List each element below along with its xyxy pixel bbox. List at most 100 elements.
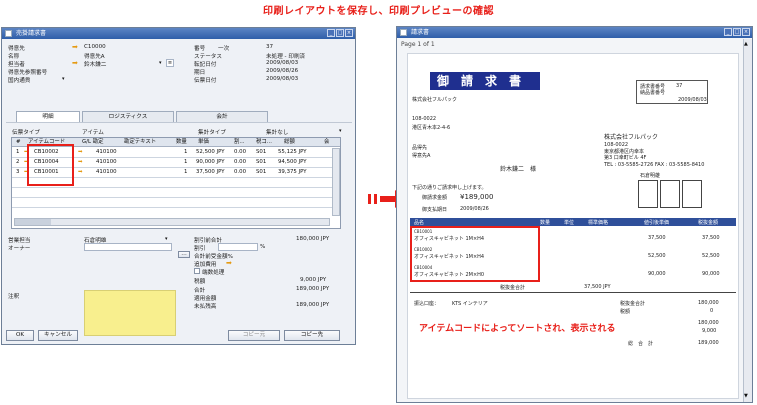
discount-cell[interactable]: 0.00 bbox=[234, 148, 246, 156]
doc-date[interactable]: 2009/08/03 bbox=[266, 76, 298, 82]
total-cell[interactable]: 55,125 JPY bbox=[278, 148, 307, 156]
contact-label: 担当者 bbox=[8, 62, 25, 68]
link-arrow-icon[interactable]: ➡ bbox=[72, 44, 78, 51]
column-header: 品名 bbox=[414, 220, 425, 226]
copy-from-button[interactable]: コピー元 bbox=[228, 330, 280, 341]
posting-date[interactable]: 2009/08/03 bbox=[266, 60, 298, 66]
document-date: 2009/08/03 bbox=[678, 97, 707, 103]
banner-caption: 印刷レイアウトを保存し、印刷プレビューの確認 bbox=[263, 6, 494, 17]
close-icon[interactable]: × bbox=[345, 29, 353, 37]
column-header[interactable]: G/L 勘定 bbox=[82, 138, 104, 146]
close-icon[interactable]: × bbox=[742, 28, 750, 36]
item-amount: 52,500 bbox=[702, 253, 720, 259]
customer-label: 得意先 bbox=[8, 46, 25, 52]
seal-box bbox=[638, 180, 658, 208]
tax-code-cell[interactable]: S01 bbox=[256, 158, 266, 166]
tax-code-cell[interactable]: S01 bbox=[256, 168, 266, 176]
freight-label: 追加費用 bbox=[194, 262, 217, 268]
applied-amount-label: 適用金額 bbox=[194, 296, 217, 302]
tab-contents[interactable]: 明細 bbox=[16, 111, 80, 122]
cancel-button[interactable]: キャンセル bbox=[38, 330, 78, 341]
chevron-down-icon[interactable]: ▾ bbox=[159, 60, 162, 66]
contact-person[interactable]: 鈴木鎌二 bbox=[84, 60, 106, 68]
tab-logistics[interactable]: ロジスティクス bbox=[82, 111, 174, 122]
discount-input[interactable] bbox=[218, 243, 258, 251]
remarks-textarea[interactable] bbox=[84, 290, 176, 336]
link-arrow-icon[interactable]: ➡ bbox=[78, 158, 83, 166]
tax-total-value: 180,000 bbox=[698, 300, 719, 306]
tab-accounting[interactable]: 会計 bbox=[176, 111, 268, 122]
scroll-up-icon[interactable]: ▲ bbox=[744, 41, 748, 47]
doc-number-label: 番号 bbox=[194, 46, 206, 52]
gl-account-cell[interactable]: 410100 bbox=[96, 168, 117, 176]
link-arrow-icon[interactable]: ➡ bbox=[78, 148, 83, 156]
total-cell[interactable]: 39,375 JPY bbox=[278, 168, 307, 176]
preview-page: 御請求書 株式会社フルパック 請求書番号 37 納品書番号 2009/08/03… bbox=[407, 53, 739, 399]
doc-number: 37 bbox=[676, 83, 683, 89]
gl-account-cell[interactable]: 410100 bbox=[96, 148, 117, 156]
minimize-icon[interactable]: _ bbox=[327, 29, 335, 37]
doc-number[interactable]: 37 bbox=[266, 44, 273, 50]
column-header[interactable]: 総額 bbox=[284, 138, 295, 146]
copy-to-button[interactable]: コピー先 bbox=[284, 330, 340, 341]
column-header[interactable]: 勘定テキスト bbox=[124, 138, 156, 146]
ok-button[interactable]: OK bbox=[6, 330, 34, 341]
column-header[interactable]: 単価 bbox=[198, 138, 209, 146]
scroll-down-icon[interactable]: ▼ bbox=[744, 393, 748, 399]
owner-input[interactable] bbox=[84, 243, 172, 251]
link-arrow-icon[interactable]: ➡ bbox=[226, 260, 232, 267]
subtotal-label: 税抜金合計 bbox=[500, 285, 526, 291]
more-button[interactable]: … bbox=[178, 251, 190, 258]
chevron-down-icon[interactable]: ▾ bbox=[339, 128, 342, 134]
scroll-thumb[interactable] bbox=[15, 219, 51, 225]
horizontal-scrollbar[interactable] bbox=[14, 218, 330, 226]
row-number: 3 bbox=[16, 169, 20, 175]
column-header[interactable]: 割... bbox=[234, 138, 245, 146]
vertical-scrollbar[interactable] bbox=[743, 39, 752, 402]
window-titlebar[interactable]: 売掛請求書 _ □ × bbox=[2, 28, 355, 39]
issuer-address: 第3 口幸町ビル 4F bbox=[604, 155, 647, 161]
gl-account-cell[interactable]: 410100 bbox=[96, 158, 117, 166]
tax-code-cell[interactable]: S01 bbox=[256, 148, 266, 156]
customer-code[interactable]: C10000 bbox=[84, 44, 106, 50]
discount-cell[interactable]: 0.00 bbox=[234, 158, 246, 166]
column-header[interactable]: 数量 bbox=[176, 138, 187, 146]
window-titlebar[interactable]: 請求書 _ □ × bbox=[397, 27, 752, 38]
customer-name[interactable]: 得意先A bbox=[84, 52, 105, 60]
price-cell[interactable]: 37,500 JPY bbox=[196, 168, 225, 176]
maximize-icon[interactable]: □ bbox=[336, 29, 344, 37]
column-header[interactable]: # bbox=[16, 138, 21, 146]
discount-cell[interactable]: 0.00 bbox=[234, 168, 246, 176]
price-cell[interactable]: 90,000 JPY bbox=[196, 158, 225, 166]
page-indicator: Page 1 of 1 bbox=[401, 41, 435, 48]
column-header: 単位 bbox=[564, 220, 575, 226]
qty-cell[interactable]: 1 bbox=[184, 158, 187, 166]
column-header: 税抜金額 bbox=[698, 220, 719, 226]
tax-line-value: 0 bbox=[710, 308, 714, 314]
minimize-icon[interactable]: _ bbox=[724, 28, 732, 36]
qty-cell[interactable]: 1 bbox=[184, 168, 187, 176]
name-label: 名称 bbox=[8, 54, 20, 60]
rounding-checkbox[interactable] bbox=[194, 268, 200, 274]
row-divider bbox=[12, 207, 340, 208]
detail-button-icon[interactable]: ≡ bbox=[166, 59, 174, 67]
link-arrow-icon[interactable]: ➡ bbox=[78, 168, 83, 176]
due-date[interactable]: 2009/08/26 bbox=[266, 68, 298, 74]
price-cell[interactable]: 52,500 JPY bbox=[196, 148, 225, 156]
issuer-company: 株式会社フルパック bbox=[604, 134, 659, 141]
maximize-icon[interactable]: □ bbox=[733, 28, 741, 36]
column-header[interactable]: 税コ... bbox=[256, 138, 272, 146]
link-arrow-icon[interactable]: ➡ bbox=[72, 60, 78, 67]
chevron-down-icon[interactable]: ▾ bbox=[165, 236, 168, 242]
row-divider bbox=[12, 197, 340, 198]
summary-type-value[interactable]: 集計なし bbox=[266, 128, 288, 136]
rounding-label: 端数処理 bbox=[202, 270, 225, 276]
column-header[interactable]: 会 bbox=[324, 138, 329, 146]
arrow-tick bbox=[374, 194, 377, 204]
qty-cell[interactable]: 1 bbox=[184, 148, 187, 156]
total-cell[interactable]: 94,500 JPY bbox=[278, 158, 307, 166]
series-selector[interactable]: 一次 bbox=[218, 44, 229, 52]
chevron-down-icon[interactable]: ▾ bbox=[62, 76, 65, 82]
doc-type-value[interactable]: アイテム bbox=[82, 128, 104, 136]
vertical-scrollbar[interactable] bbox=[332, 148, 340, 216]
